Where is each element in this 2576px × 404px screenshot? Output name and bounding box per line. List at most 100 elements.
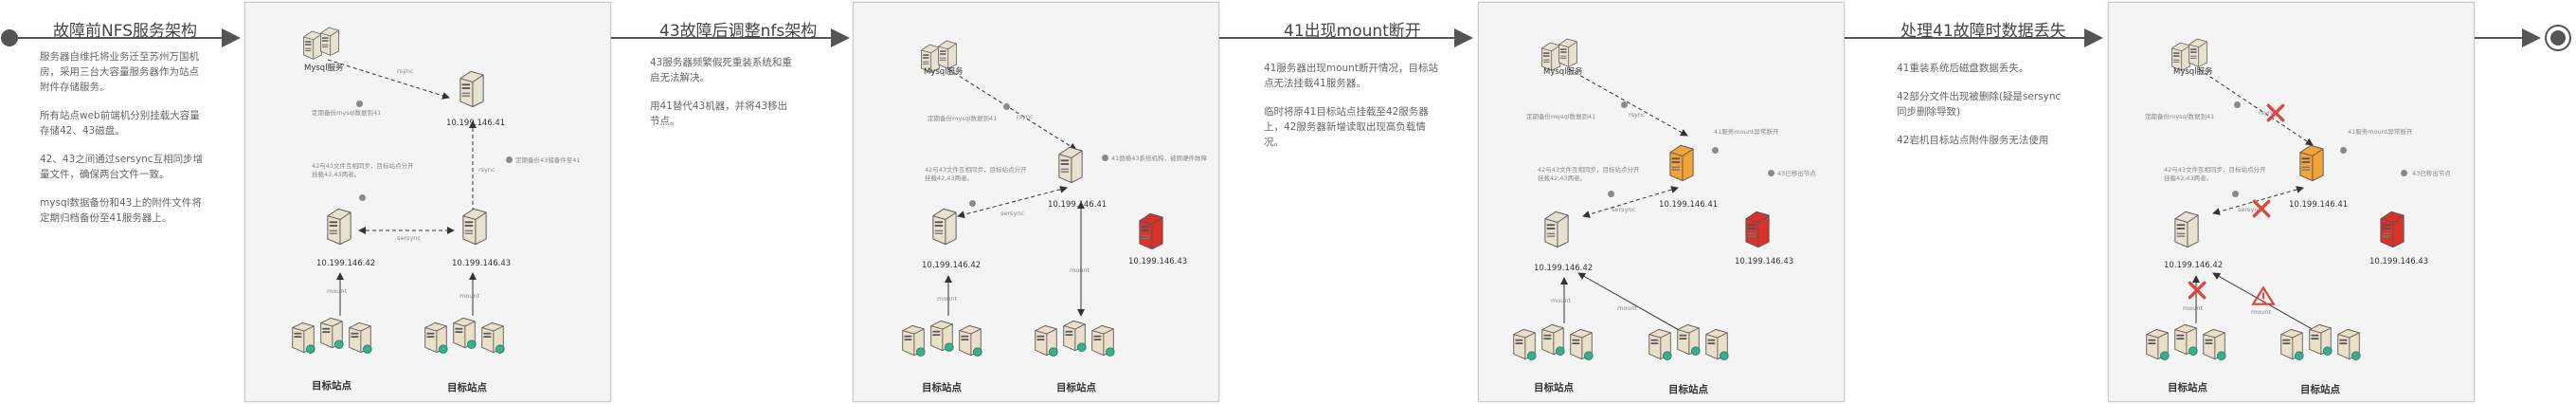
note-dot — [356, 101, 363, 107]
stage-3-paragraph: 41服务器出现mount断开情况，目标站点无法挂载41服务器。 — [1264, 63, 1438, 89]
diagram-panel-4: Mysql服务 rsync 定期备份mysql数据到41 41服务mount异常… — [2108, 2, 2475, 402]
replace-note: 41替换43系统机构，被原硬件故障 — [1111, 155, 1208, 162]
server-42-label: 10.199.146.42 — [316, 259, 376, 268]
mount-label: mount — [1617, 304, 1638, 312]
sersync-label: sersync — [1612, 206, 1635, 213]
note-dot — [1712, 147, 1719, 154]
stage-1-paragraph: 42、43之间通过sersync互相同步增量文件，确保两台文件一致。 — [40, 154, 204, 180]
server-41-warning-icon — [2299, 144, 2324, 181]
server-41-icon — [1058, 146, 1083, 183]
mysql-label: Mysql服务 — [924, 67, 964, 77]
site-left-label: 目标站点 — [1534, 382, 1574, 394]
mount-warning-icon — [2252, 286, 2275, 305]
archive-note: 定期备份43储备件至41 — [515, 156, 581, 164]
stage-2-paragraph: 用41替代43机器，并将43移出节点。 — [650, 101, 788, 127]
diagram-panel-2: Mysql服务 rsync 定期备份mysql数据到41 41替换43系统机构，… — [853, 2, 1219, 402]
note-dot — [1003, 103, 1010, 110]
mysql-backup-note: 定期备份mysql数据到41 — [1526, 113, 1596, 120]
timeline-end-dot — [2550, 30, 2566, 46]
stage-1-title: 故障前NFS服务架构 — [53, 22, 197, 41]
stage-4-paragraph: 41重装系统后磁盘数据丢失。 — [1897, 63, 2029, 74]
site-left-label: 目标站点 — [2168, 382, 2207, 394]
server-43-label: 10.199.146.43 — [2369, 257, 2429, 266]
server-43-label: 10.199.146.43 — [1128, 257, 1188, 266]
stage-3-description: 41服务器出现mount断开情况，目标站点无法挂载41服务器。 临时将原41目标… — [1264, 61, 1440, 163]
server-41-icon — [459, 70, 484, 107]
server-42-label: 10.199.146.42 — [2164, 261, 2224, 270]
note-dot — [2340, 147, 2347, 154]
note-dot — [1621, 101, 1628, 108]
site-right-label: 目标站点 — [1056, 382, 1096, 394]
site-left-icons — [902, 320, 982, 357]
site-right-icons — [424, 317, 505, 354]
stage-4-paragraph: 42岩机目标站点附件服务无法使用 — [1897, 135, 2049, 146]
rsync-label: rsync — [1017, 113, 1034, 120]
mysql-label: Mysql服务 — [304, 64, 344, 73]
mysql-label: Mysql服务 — [2173, 67, 2213, 77]
note-dot — [1102, 155, 1108, 161]
server-42-icon — [932, 208, 957, 245]
note-dot — [1608, 191, 1614, 197]
site-right-label: 目标站点 — [447, 382, 487, 394]
mysql-server-icon — [303, 27, 339, 60]
sersync-label: sersync — [2238, 206, 2261, 213]
note-dot — [2232, 191, 2239, 197]
server-43-icon — [462, 208, 487, 245]
stage-4-paragraph: 42部分文件出现被删除(疑是sersync同步删除导致) — [1897, 91, 2062, 118]
server-43-failed-icon — [1139, 212, 1163, 249]
removed-note: 43已移出节点 — [1777, 170, 1816, 177]
sersync-label: sersync — [397, 234, 421, 242]
server-42-label: 10.199.146.42 — [922, 261, 982, 270]
sync-note: 42与43文件互相同步，目标站点分开挂载42,43两者。 — [1538, 166, 1640, 182]
rsync-label: rsync — [397, 67, 414, 75]
mysql-label: Mysql服务 — [1543, 67, 1583, 77]
sersync-label: sersync — [1000, 210, 1024, 217]
site-right-label: 目标站点 — [2300, 384, 2340, 395]
removed-note: 43已移出节点 — [2412, 170, 2451, 177]
stage-4-description: 41重装系统后磁盘数据丢失。 42部分文件出现被删除(疑是sersync同步删除… — [1897, 61, 2067, 161]
stage-2-paragraph: 43服务器频繁假死重装系统和重启无法解决。 — [650, 57, 792, 83]
mount-fail-note: 41服务mount异常断开 — [1714, 128, 1779, 136]
stage-1-paragraph: 所有站点web前端机分别挂载大容量存储42、43磁盘。 — [40, 110, 200, 137]
mount-broken-x-icon — [2188, 281, 2207, 300]
mount-fail-note: 41服务mount异常断开 — [2348, 128, 2413, 136]
server-41-label: 10.199.146.41 — [2289, 200, 2349, 210]
sync-note: 42与43文件互相同步，目标站点分开挂载42,43两者。 — [2164, 166, 2266, 182]
diagram-panel-1: Mysql服务 rsync 定期备份mysql数据到41 10.199.146.… — [244, 2, 611, 402]
site-right-icons — [1035, 320, 1115, 357]
panel-2-connections — [902, 40, 1163, 357]
rsync-label: rsync — [1629, 111, 1646, 119]
sync-note: 42与43文件互相同步，目标站点分开挂载42,43两者。 — [925, 166, 1027, 182]
server-42-icon — [1544, 211, 1569, 248]
mysql-backup-note: 定期备份mysql数据到41 — [928, 115, 998, 122]
stage-1-paragraph: mysql数据备份和43上的附件文件将定期归档备份至41服务器上。 — [40, 197, 202, 224]
mount-label: mount — [459, 292, 480, 300]
timeline-start-dot — [1, 29, 18, 46]
note-dot — [359, 194, 366, 201]
mount-label: mount — [2251, 308, 2272, 316]
mount-label: mount — [1070, 266, 1090, 274]
site-left-label: 目标站点 — [922, 382, 962, 394]
server-43-failed-icon — [1745, 211, 1770, 248]
server-42-icon — [2174, 211, 2199, 248]
note-dot — [506, 156, 513, 163]
site-right-icons — [2280, 323, 2361, 360]
site-right-label: 目标站点 — [1668, 384, 1708, 395]
server-41-label: 10.199.146.41 — [446, 119, 506, 128]
mount-label: mount — [1551, 297, 1572, 304]
mount-label: mount — [937, 295, 958, 303]
stage-2-description: 43服务器频繁假死重装系统和重启无法解决。 用41替代43机器，并将43移出节点… — [650, 55, 792, 142]
stage-1-description: 服务器自维托将业务迁至苏州万国机房，采用三台大容量服务器作为站点附件存储服务。 … — [40, 49, 208, 239]
diagram-panel-3: Mysql服务 rsync 定期备份mysql数据到41 41服务mount异常… — [1478, 2, 1845, 402]
stage-3-paragraph: 临时将原41目标站点挂载至42服务器上，42服务器新增读取出现高负载情况。 — [1264, 106, 1429, 148]
site-left-label: 目标站点 — [312, 380, 351, 392]
mount-label: mount — [327, 287, 348, 295]
note-dot — [1768, 170, 1774, 176]
mysql-backup-note: 定期备份mysql数据到41 — [2145, 113, 2215, 120]
server-43-failed-icon — [2380, 211, 2405, 248]
panel-1-connections — [292, 27, 505, 354]
note-dot — [2401, 170, 2407, 176]
sync-note: 42与43文件互相同步，目标站点分开挂载42,43两者。 — [312, 162, 414, 178]
server-41-warning-icon — [1669, 144, 1694, 181]
site-right-icons — [1648, 323, 1729, 360]
